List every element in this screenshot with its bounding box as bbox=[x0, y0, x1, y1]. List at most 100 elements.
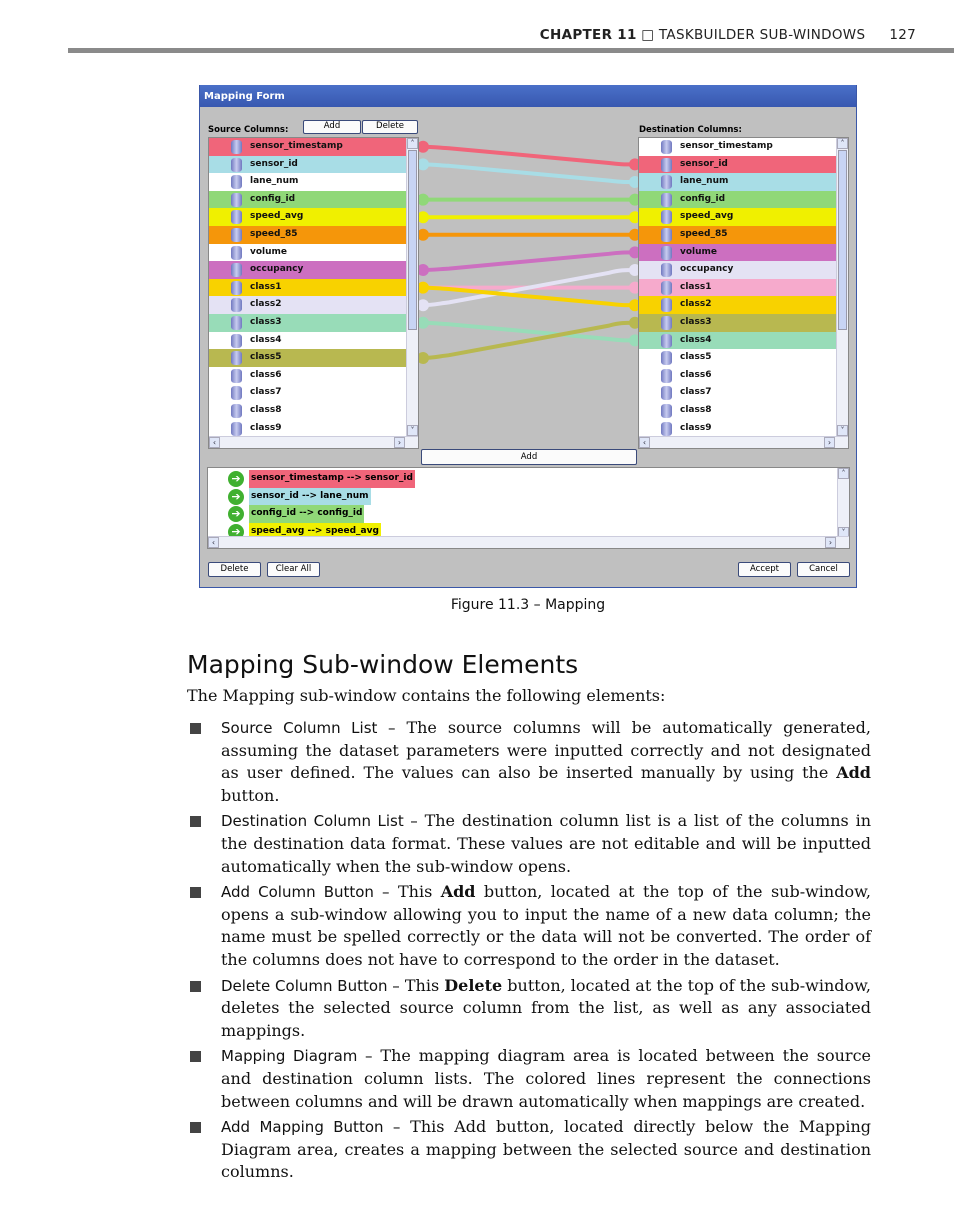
mapping-endpoint bbox=[419, 299, 429, 312]
column-row[interactable]: sensor_id bbox=[639, 155, 837, 174]
vertical-scrollbar[interactable]: ˄ ˅ bbox=[837, 468, 849, 538]
database-column-icon bbox=[231, 421, 242, 436]
column-name: class6 bbox=[250, 369, 282, 380]
clear-all-button[interactable]: Clear All bbox=[267, 562, 320, 577]
database-column-icon bbox=[231, 175, 242, 190]
bullet-item: Source Column List – The source columns … bbox=[187, 717, 871, 807]
horizontal-scrollbar[interactable]: ‹ › bbox=[208, 536, 849, 548]
add-mapping-button[interactable]: Add bbox=[421, 449, 637, 465]
add-column-button[interactable]: Add bbox=[303, 120, 361, 134]
mapping-line bbox=[420, 250, 638, 272]
database-column-icon bbox=[661, 386, 672, 401]
column-row[interactable]: class7 bbox=[639, 384, 837, 402]
database-column-icon bbox=[661, 192, 672, 207]
column-row[interactable]: class6 bbox=[639, 366, 837, 385]
column-row[interactable]: class4 bbox=[209, 331, 407, 350]
column-row[interactable]: speed_85 bbox=[209, 226, 407, 244]
database-column-icon bbox=[661, 140, 672, 154]
column-name: class5 bbox=[680, 352, 712, 363]
mapping-list[interactable]: ➔ speed_avg --> speed_avg ➔ config_id --> c… bbox=[207, 467, 850, 549]
column-row[interactable]: class7 bbox=[209, 384, 407, 402]
bullet-item: Add Mapping Button – This Add button, lo… bbox=[187, 1116, 871, 1184]
column-row[interactable]: config_id bbox=[209, 190, 407, 209]
column-row[interactable]: class9 bbox=[209, 419, 407, 438]
vertical-scrollbar[interactable]: ˄ ˅ bbox=[406, 138, 418, 436]
column-row[interactable]: speed_85 bbox=[639, 226, 837, 244]
bullet-bold: Add bbox=[836, 763, 871, 783]
running-header: CHAPTER 11 □ TASKBUILDER SUB-WINDOWS 127 bbox=[540, 27, 916, 43]
delete-mapping-button[interactable]: Delete bbox=[208, 562, 261, 577]
column-row[interactable]: volume bbox=[209, 243, 407, 262]
database-column-icon bbox=[661, 280, 672, 295]
bullet-tail: button. bbox=[221, 785, 280, 805]
column-name: speed_85 bbox=[250, 229, 298, 239]
database-column-icon bbox=[231, 386, 242, 401]
column-row[interactable]: class5 bbox=[209, 349, 407, 367]
vertical-scrollbar[interactable]: ˄ ˅ bbox=[836, 138, 848, 436]
column-row[interactable]: sensor_timestamp bbox=[209, 138, 407, 156]
column-row[interactable]: class8 bbox=[209, 402, 407, 420]
arrow-right-icon: ➔ bbox=[228, 488, 244, 505]
cancel-button[interactable]: Cancel bbox=[797, 562, 850, 577]
column-row[interactable]: speed_avg bbox=[639, 208, 837, 226]
database-column-icon bbox=[661, 351, 672, 366]
destination-column-list[interactable]: class9 class8 class7 class6 class5 class4 clas… bbox=[638, 137, 849, 449]
bullet-term: Mapping Diagram – bbox=[221, 1047, 373, 1066]
bullet-term: Add Mapping Button – bbox=[221, 1118, 401, 1137]
column-row[interactable]: class3 bbox=[639, 314, 837, 332]
mapping-endpoint bbox=[419, 228, 429, 241]
source-column-list[interactable]: class9 class8 class7 class6 class5 class4 clas… bbox=[208, 137, 419, 449]
database-column-icon bbox=[231, 210, 242, 225]
element-list: Source Column List – The source columns … bbox=[187, 717, 871, 1187]
column-name: class7 bbox=[680, 387, 712, 398]
column-row[interactable]: class5 bbox=[639, 349, 837, 367]
header-rule bbox=[68, 48, 954, 53]
column-row[interactable]: sensor_id bbox=[209, 155, 407, 174]
column-row[interactable]: speed_avg bbox=[209, 208, 407, 226]
mapping-endpoint bbox=[419, 193, 429, 206]
arrow-right-icon: ➔ bbox=[228, 471, 244, 487]
separator: □ bbox=[641, 27, 655, 43]
bullet-term: Delete Column Button – bbox=[221, 976, 400, 995]
column-name: class9 bbox=[250, 422, 282, 433]
mapping-endpoint bbox=[419, 264, 429, 276]
column-row[interactable]: class2 bbox=[209, 296, 407, 314]
mapping-endpoint bbox=[419, 211, 429, 224]
bullet-text: This bbox=[389, 882, 441, 902]
delete-column-button[interactable]: Delete bbox=[362, 120, 418, 134]
column-name: volume bbox=[680, 246, 718, 257]
column-name: speed_avg bbox=[250, 211, 304, 222]
column-row[interactable]: class6 bbox=[209, 366, 407, 385]
horizontal-scrollbar[interactable]: ‹ › bbox=[639, 436, 848, 448]
database-column-icon bbox=[231, 298, 242, 313]
column-row[interactable]: class2 bbox=[639, 296, 837, 314]
mapping-form-window: Mapping Form Source Columns: Add Delete … bbox=[199, 85, 857, 588]
column-row[interactable]: class4 bbox=[639, 331, 837, 350]
column-name: class2 bbox=[680, 299, 712, 310]
mapping-endpoint bbox=[419, 140, 429, 153]
column-row[interactable]: class9 bbox=[639, 419, 837, 438]
horizontal-scrollbar[interactable]: ‹ › bbox=[209, 436, 418, 448]
column-name: speed_avg bbox=[680, 211, 734, 222]
destination-columns-label: Destination Columns: bbox=[639, 125, 742, 135]
column-row[interactable]: occupancy bbox=[639, 261, 837, 279]
bullet-item: Mapping Diagram – The mapping diagram ar… bbox=[187, 1045, 871, 1113]
bullet-term: Add Column Button – bbox=[221, 883, 390, 902]
column-name: class3 bbox=[250, 317, 282, 327]
column-row[interactable]: sensor_timestamp bbox=[639, 138, 837, 156]
bullet-item: Delete Column Button – This Delete butto… bbox=[187, 975, 871, 1043]
column-row[interactable]: volume bbox=[639, 243, 837, 262]
column-row[interactable]: occupancy bbox=[209, 261, 407, 279]
column-row[interactable]: lane_num bbox=[639, 173, 837, 191]
bullet-square-icon bbox=[190, 980, 201, 992]
accept-button[interactable]: Accept bbox=[738, 562, 791, 577]
column-row[interactable]: class1 bbox=[209, 278, 407, 297]
bullet-item: Destination Column List – The destinatio… bbox=[187, 810, 871, 878]
column-row[interactable]: config_id bbox=[639, 190, 837, 209]
column-row[interactable]: class3 bbox=[209, 314, 407, 332]
column-row[interactable]: lane_num bbox=[209, 173, 407, 191]
column-row[interactable]: class1 bbox=[639, 278, 837, 297]
database-column-icon bbox=[661, 263, 672, 278]
database-column-icon bbox=[231, 404, 242, 418]
column-row[interactable]: class8 bbox=[639, 402, 837, 420]
